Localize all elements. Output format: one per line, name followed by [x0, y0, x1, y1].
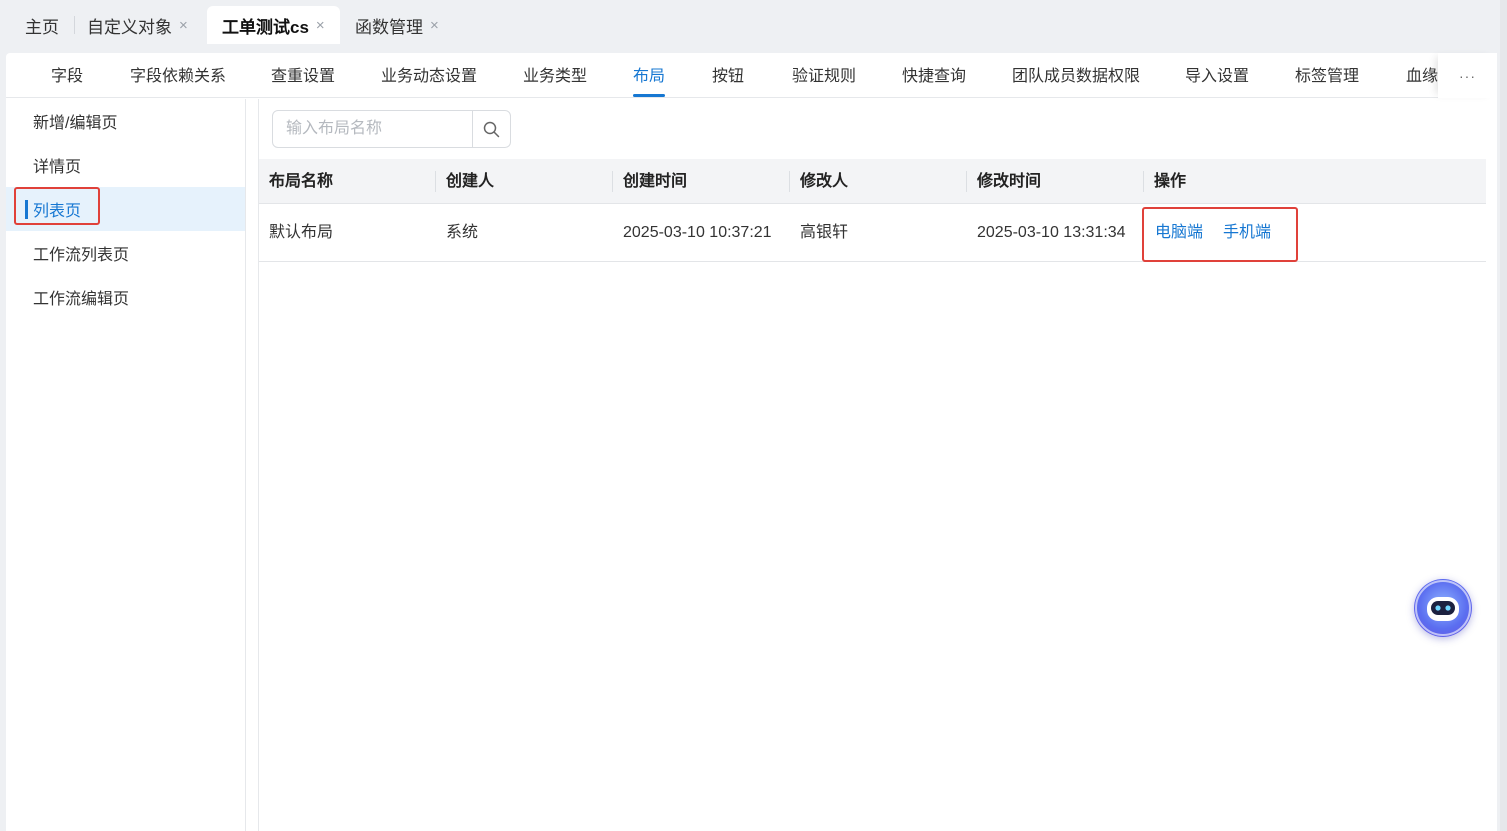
settings-sub-nav: 字段 字段依赖关系 查重设置 业务动态设置 业务类型 布局 按钮 验证规则 快捷…	[6, 53, 1497, 98]
subnav-lineage[interactable]: 血缘	[1406, 53, 1438, 98]
side-item-label: 工作流编辑页	[33, 291, 130, 308]
tab-label: 工单测试cs	[222, 17, 309, 37]
cell-modified-at: 2025-03-10 13:31:34	[977, 224, 1126, 241]
column-divider	[789, 171, 790, 192]
close-icon[interactable]: ×	[316, 17, 325, 34]
subnav-quick-query[interactable]: 快捷查询	[902, 53, 966, 98]
subnav-buttons[interactable]: 按钮	[712, 53, 744, 98]
search-icon	[483, 121, 500, 137]
subnav-import-settings[interactable]: 导入设置	[1185, 53, 1249, 98]
column-header-created-at: 创建时间	[623, 173, 688, 190]
layout-search-input[interactable]	[273, 111, 473, 147]
ai-assistant-button[interactable]	[1414, 579, 1472, 637]
column-divider	[612, 171, 613, 192]
layout-list-content: 布局名称 创建人 创建时间 修改人 修改时间 操作 默认布局 系统 2025-0…	[258, 99, 1497, 831]
tab-work-order-test[interactable]: 工单测试cs ×	[207, 6, 340, 44]
table-row: 默认布局 系统 2025-03-10 10:37:21 高银轩 2025-03-…	[259, 204, 1486, 262]
cell-creator: 系统	[446, 224, 479, 241]
list-page-highlight-box	[14, 187, 100, 225]
tab-label: 自定义对象	[87, 17, 172, 37]
object-settings-panel: 字段 字段依赖关系 查重设置 业务动态设置 业务类型 布局 按钮 验证规则 快捷…	[6, 53, 1497, 831]
column-divider	[966, 171, 967, 192]
tab-home[interactable]: 主页	[25, 6, 59, 44]
column-header-creator: 创建人	[446, 173, 495, 190]
subnav-validation-rules[interactable]: 验证规则	[792, 53, 856, 98]
side-item-detail-page[interactable]: 详情页	[6, 143, 245, 187]
search-button[interactable]	[472, 111, 510, 147]
side-item-label: 新增/编辑页	[33, 115, 118, 132]
tab-label: 主页	[25, 17, 59, 37]
subnav-business-activity[interactable]: 业务动态设置	[381, 53, 477, 98]
subnav-layout[interactable]: 布局	[633, 53, 666, 98]
layout-search	[272, 110, 511, 148]
cell-layout-name: 默认布局	[269, 224, 334, 241]
more-icon: ···	[1459, 67, 1476, 84]
cell-created-at: 2025-03-10 10:37:21	[623, 224, 772, 241]
side-item-workflow-list-page[interactable]: 工作流列表页	[6, 231, 245, 275]
more-tabs-button[interactable]: ···	[1438, 53, 1497, 98]
side-item-label: 详情页	[33, 159, 82, 176]
subnav-team-data-permissions[interactable]: 团队成员数据权限	[1012, 53, 1140, 98]
subnav-duplicate-check[interactable]: 查重设置	[271, 53, 335, 98]
tab-function-management[interactable]: 函数管理 ×	[355, 6, 439, 44]
window-scrollbar[interactable]	[1500, 0, 1507, 831]
column-header-modified-at: 修改时间	[977, 173, 1042, 190]
column-divider	[435, 171, 436, 192]
column-header-layout-name: 布局名称	[269, 173, 334, 190]
subnav-field-dependencies[interactable]: 字段依赖关系	[130, 53, 226, 98]
column-header-modifier: 修改人	[800, 173, 849, 190]
window-tab-bar: 主页 自定义对象 × 工单测试cs × 函数管理 ×	[0, 0, 1507, 44]
column-header-actions: 操作	[1154, 173, 1187, 190]
tab-label: 函数管理	[355, 17, 423, 37]
table-header: 布局名称 创建人 创建时间 修改人 修改时间 操作	[259, 159, 1486, 204]
actions-highlight-box	[1142, 207, 1298, 262]
side-item-workflow-edit-page[interactable]: 工作流编辑页	[6, 275, 245, 319]
close-icon[interactable]: ×	[179, 17, 188, 34]
robot-assistant-icon	[1415, 580, 1471, 636]
close-icon[interactable]: ×	[430, 17, 439, 34]
column-divider	[1143, 171, 1144, 192]
side-item-add-edit-page[interactable]: 新增/编辑页	[6, 99, 245, 143]
side-item-label: 工作流列表页	[33, 247, 130, 264]
subnav-tag-management[interactable]: 标签管理	[1295, 53, 1359, 98]
tab-custom-object[interactable]: 自定义对象 ×	[87, 6, 188, 44]
tab-divider	[74, 16, 75, 34]
sub-nav-scroll-area: 字段 字段依赖关系 查重设置 业务动态设置 业务类型 布局 按钮 验证规则 快捷…	[6, 53, 1438, 98]
subnav-business-types[interactable]: 业务类型	[523, 53, 587, 98]
subnav-fields[interactable]: 字段	[51, 53, 83, 98]
cell-modifier: 高银轩	[800, 224, 849, 241]
